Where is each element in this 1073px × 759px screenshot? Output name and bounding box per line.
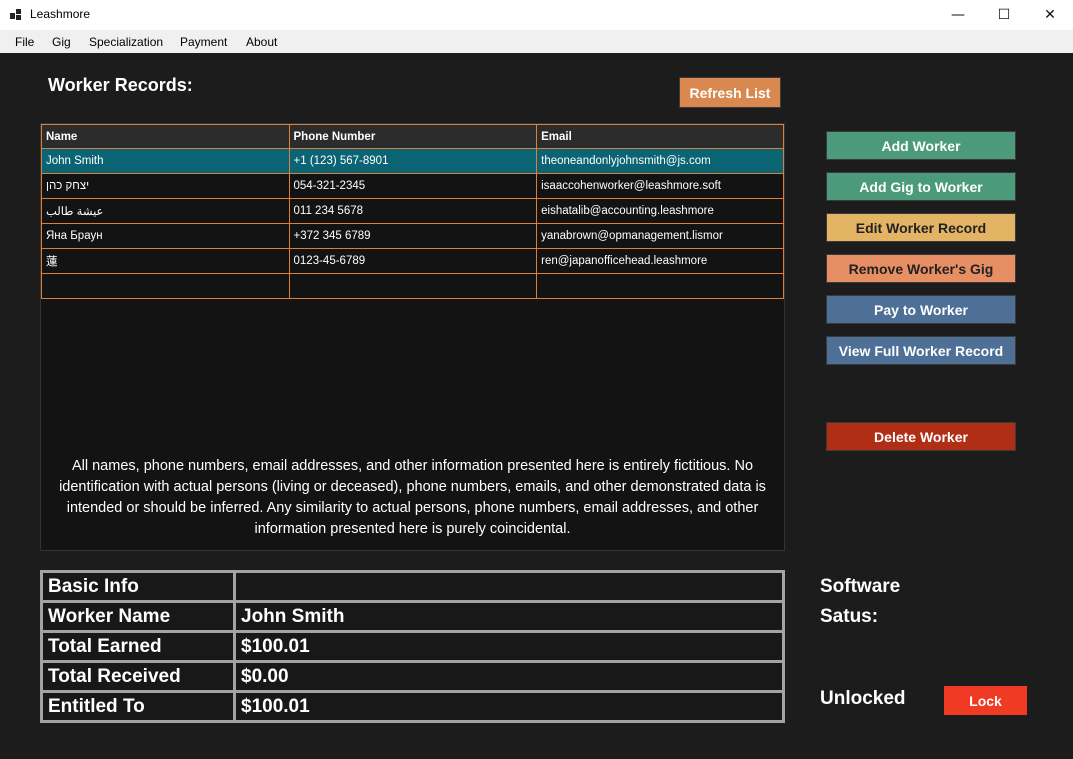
- cell-name-new[interactable]: [41, 273, 290, 299]
- main-content: Worker Records: Refresh List Name Phone …: [0, 53, 1073, 759]
- cell-name[interactable]: Яна Браун: [41, 223, 290, 249]
- maximize-button[interactable]: ☐: [981, 0, 1027, 30]
- menu-specialization[interactable]: Specialization: [89, 35, 163, 49]
- pay-worker-button[interactable]: Pay to Worker: [826, 295, 1016, 324]
- menu-file[interactable]: File: [15, 35, 34, 49]
- new-row[interactable]: [41, 273, 784, 299]
- disclaimer-text: All names, phone numbers, email addresse…: [59, 458, 766, 537]
- info-row: Worker Name John Smith: [43, 603, 782, 630]
- info-row: Entitled To $100.01: [43, 693, 782, 720]
- info-header-value: [236, 573, 782, 600]
- software-status-title-2: Satus:: [820, 606, 879, 627]
- add-worker-button[interactable]: Add Worker: [826, 131, 1016, 160]
- cell-phone[interactable]: 054-321-2345: [288, 173, 538, 199]
- lock-button[interactable]: Lock: [944, 686, 1027, 715]
- info-label: Worker Name: [43, 603, 233, 630]
- column-header-email[interactable]: Email: [536, 124, 784, 149]
- add-gig-button[interactable]: Add Gig to Worker: [826, 172, 1016, 201]
- info-row: Total Earned $100.01: [43, 633, 782, 660]
- cell-email[interactable]: theoneandonlyjohnsmith@js.com: [536, 148, 784, 174]
- info-value-total-received: $0.00: [236, 663, 782, 690]
- column-header-phone[interactable]: Phone Number: [288, 124, 538, 149]
- cell-name[interactable]: John Smith: [41, 148, 290, 174]
- info-value-entitled-to: $100.01: [236, 693, 782, 720]
- cell-name[interactable]: عيشة طالب: [41, 198, 290, 224]
- column-header-name[interactable]: Name: [41, 124, 290, 149]
- cell-phone[interactable]: 011 234 5678: [288, 198, 538, 224]
- cell-name[interactable]: 蓮: [41, 248, 290, 274]
- app-icon: [10, 9, 21, 20]
- page-title: Worker Records:: [48, 75, 193, 95]
- menu-about[interactable]: About: [246, 35, 277, 49]
- info-header-row: Basic Info: [43, 573, 782, 600]
- title-bar: Leashmore — ☐ ✕: [0, 0, 1073, 30]
- menu-payment[interactable]: Payment: [180, 35, 227, 49]
- info-label: Total Earned: [43, 633, 233, 660]
- edit-worker-record-button[interactable]: Edit Worker Record: [826, 213, 1016, 242]
- info-value-total-earned: $100.01: [236, 633, 782, 660]
- close-button[interactable]: ✕: [1027, 0, 1073, 30]
- cell-name[interactable]: יצחק כהן: [41, 173, 290, 199]
- window-title: Leashmore: [30, 7, 91, 21]
- worker-records-grid: Name Phone Number Email John Smith +1 (1…: [40, 123, 785, 551]
- refresh-list-button[interactable]: Refresh List: [679, 77, 781, 108]
- info-row: Total Received $0.00: [43, 663, 782, 690]
- table-row[interactable]: John Smith +1 (123) 567-8901 theoneandon…: [41, 148, 784, 174]
- delete-worker-button[interactable]: Delete Worker: [826, 422, 1016, 451]
- software-status-title: Software: [820, 576, 901, 597]
- cell-phone[interactable]: 0123-45-6789: [288, 248, 538, 274]
- remove-gig-button[interactable]: Remove Worker's Gig: [826, 254, 1016, 283]
- cell-phone[interactable]: +1 (123) 567-8901: [288, 148, 538, 174]
- table-row[interactable]: Яна Браун +372 345 6789 yanabrown@opmana…: [41, 223, 784, 249]
- info-label: Total Received: [43, 663, 233, 690]
- cell-email[interactable]: yanabrown@opmanagement.lismor: [536, 223, 784, 249]
- menu-bar: File Gig Specialization Payment About: [0, 30, 1073, 53]
- info-label: Entitled To: [43, 693, 233, 720]
- menu-gig[interactable]: Gig: [52, 35, 71, 49]
- table-header-row: Name Phone Number Email: [41, 124, 784, 149]
- table-row[interactable]: عيشة طالب 011 234 5678 eishatalib@accoun…: [41, 198, 784, 224]
- records-table: Name Phone Number Email John Smith +1 (1…: [41, 124, 784, 299]
- info-header-label: Basic Info: [43, 573, 233, 600]
- table-row[interactable]: 蓮 0123-45-6789 ren@japanofficehead.leash…: [41, 248, 784, 274]
- software-status-value: Unlocked: [820, 688, 906, 709]
- basic-info-table: Basic Info Worker Name John Smith Total …: [40, 570, 785, 723]
- view-full-record-button[interactable]: View Full Worker Record: [826, 336, 1016, 365]
- cell-phone[interactable]: +372 345 6789: [288, 223, 538, 249]
- cell-email[interactable]: eishatalib@accounting.leashmore: [536, 198, 784, 224]
- table-row[interactable]: יצחק כהן 054-321-2345 isaaccohenworker@l…: [41, 173, 784, 199]
- cell-email-new[interactable]: [536, 273, 784, 299]
- info-value-worker-name: John Smith: [236, 603, 782, 630]
- cell-email[interactable]: isaaccohenworker@leashmore.soft: [536, 173, 784, 199]
- cell-email[interactable]: ren@japanofficehead.leashmore: [536, 248, 784, 274]
- cell-phone-new[interactable]: [288, 273, 538, 299]
- minimize-button[interactable]: —: [935, 0, 981, 30]
